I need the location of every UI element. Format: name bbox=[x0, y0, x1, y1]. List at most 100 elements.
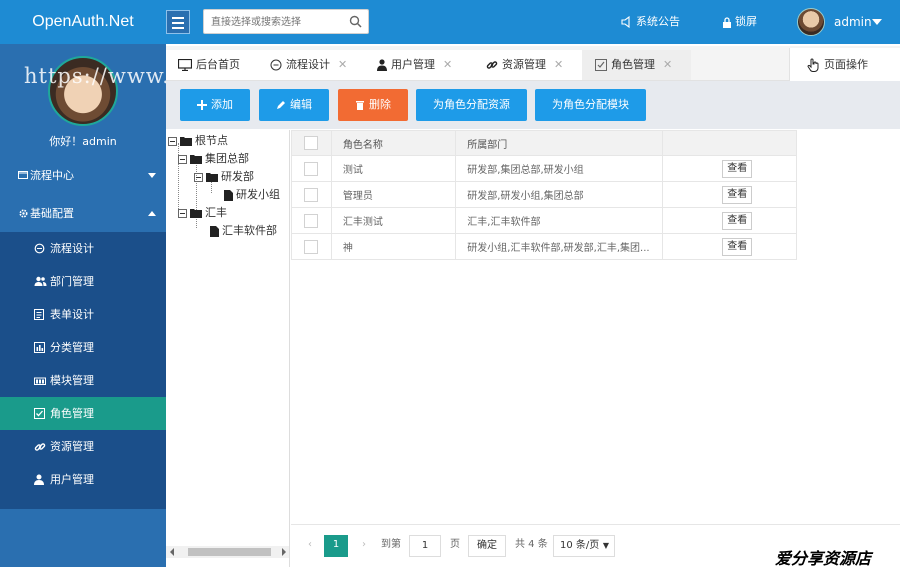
search-input[interactable] bbox=[211, 13, 346, 31]
add-button[interactable]: 添加 bbox=[180, 89, 250, 121]
view-button[interactable]: 查看 bbox=[722, 211, 753, 230]
sidebar-item-label: 分类管理 bbox=[50, 341, 94, 354]
monitor-icon bbox=[178, 59, 192, 71]
page-number-current[interactable]: 1 bbox=[324, 535, 348, 557]
table-row[interactable]: 神 研发小组,汇丰软件部,研发部,汇丰,集团... 查看 bbox=[291, 233, 797, 260]
tree-node-label: 研发部 bbox=[221, 170, 254, 183]
tree-node-group[interactable]: 集团总部 bbox=[178, 150, 249, 168]
view-button[interactable]: 查看 bbox=[722, 237, 753, 256]
tab-close-icon[interactable]: ✕ bbox=[554, 58, 563, 71]
row-checkbox[interactable] bbox=[304, 161, 318, 176]
tree-node-dev-team[interactable]: 研发小组 bbox=[224, 186, 280, 204]
select-all-checkbox[interactable] bbox=[304, 136, 318, 150]
next-page-icon[interactable]: › bbox=[357, 535, 371, 557]
folder-icon bbox=[206, 173, 218, 182]
user-avatar[interactable] bbox=[797, 8, 825, 36]
trash-icon bbox=[356, 101, 364, 110]
view-button[interactable]: 查看 bbox=[722, 159, 753, 178]
table-row[interactable]: 管理员 研发部,研发小组,集团总部 查看 bbox=[291, 181, 797, 208]
nav-group-basic-config[interactable]: 基础配置 bbox=[0, 197, 166, 230]
table-row[interactable]: 汇丰测试 汇丰,汇丰软件部 查看 bbox=[291, 207, 797, 234]
row-checkbox[interactable] bbox=[304, 187, 318, 202]
column-header-role-name[interactable]: 角色名称 bbox=[330, 130, 457, 156]
sidebar-item-label: 部门管理 bbox=[50, 275, 94, 288]
announcement-link[interactable]: 系统公告 bbox=[621, 0, 680, 44]
tree-node-root[interactable]: 根节点 bbox=[168, 132, 228, 150]
app-logo[interactable]: OpenAuth.Net bbox=[0, 0, 166, 44]
tab-close-icon[interactable]: ✕ bbox=[443, 58, 452, 71]
cell-role-name: 汇丰测试 bbox=[330, 207, 457, 234]
tree-node-huifeng-software[interactable]: 汇丰软件部 bbox=[210, 222, 277, 240]
form-icon bbox=[34, 309, 44, 320]
tab-flow-design[interactable]: 流程设计 ✕ bbox=[258, 50, 359, 80]
sidebar-item-users[interactable]: 用户管理 bbox=[0, 463, 166, 496]
tree-node-huifeng[interactable]: 汇丰 bbox=[178, 204, 227, 222]
tab-bar: 后台首页 流程设计 ✕ 用户管理 ✕ 资源管理 ✕ 角色管理 ✕ 页面操作 bbox=[166, 46, 900, 82]
sidebar-item-flow-design[interactable]: 流程设计 bbox=[0, 232, 166, 265]
scroll-right-icon[interactable] bbox=[282, 548, 286, 556]
tree-node-dev[interactable]: 研发部 bbox=[194, 168, 254, 186]
plus-icon bbox=[197, 100, 207, 110]
sidebar-item-resources[interactable]: 资源管理 bbox=[0, 430, 166, 463]
search-icon[interactable] bbox=[349, 15, 362, 28]
tab-user-management[interactable]: 用户管理 ✕ bbox=[359, 50, 469, 80]
cell-role-name: 管理员 bbox=[330, 181, 457, 208]
chevron-down-icon[interactable] bbox=[872, 19, 882, 25]
header-search[interactable] bbox=[203, 9, 369, 34]
page-unit-label: 页 bbox=[450, 539, 460, 550]
sidebar-item-categories[interactable]: 分类管理 bbox=[0, 331, 166, 364]
collapse-icon[interactable] bbox=[168, 136, 177, 146]
tree-node-label: 汇丰 bbox=[205, 206, 227, 219]
menu-toggle-button[interactable] bbox=[166, 10, 190, 34]
assign-module-button[interactable]: 为角色分配模块 bbox=[535, 89, 646, 121]
tab-resource-management[interactable]: 资源管理 ✕ bbox=[469, 50, 582, 80]
row-checkbox[interactable] bbox=[304, 213, 318, 228]
tab-home[interactable]: 后台首页 bbox=[166, 50, 258, 80]
sidebar-item-label: 流程设计 bbox=[50, 242, 94, 255]
sidebar-item-label: 角色管理 bbox=[50, 407, 94, 420]
tab-label: 角色管理 bbox=[611, 58, 655, 71]
collapse-icon[interactable] bbox=[178, 208, 187, 218]
delete-button[interactable]: 删除 bbox=[338, 89, 408, 121]
collapse-icon[interactable] bbox=[178, 154, 187, 164]
sidebar-item-label: 用户管理 bbox=[50, 473, 94, 486]
lock-label: 锁屏 bbox=[735, 15, 757, 28]
sidebar-item-roles[interactable]: 角色管理 bbox=[0, 397, 166, 430]
tab-close-icon[interactable]: ✕ bbox=[663, 58, 672, 71]
chevron-down-icon bbox=[148, 173, 156, 178]
row-checkbox[interactable] bbox=[304, 239, 318, 254]
collapse-icon[interactable] bbox=[194, 172, 203, 182]
category-icon bbox=[34, 342, 45, 353]
greeting-text: 你好！admin bbox=[49, 135, 117, 148]
page-size-select[interactable]: 10 条/页 ▼ bbox=[553, 535, 615, 557]
tab-close-icon[interactable]: ✕ bbox=[338, 58, 347, 71]
gear-icon bbox=[19, 209, 28, 218]
tree-horizontal-scrollbar[interactable] bbox=[166, 546, 289, 558]
sidebar-item-departments[interactable]: 部门管理 bbox=[0, 265, 166, 298]
user-name[interactable]: admin bbox=[834, 0, 872, 44]
lock-screen-link[interactable]: 锁屏 bbox=[722, 0, 757, 44]
page-operations-button[interactable]: 页面操作 bbox=[789, 48, 900, 82]
tab-role-management[interactable]: 角色管理 ✕ bbox=[582, 50, 691, 80]
nav-group-process-center[interactable]: 流程中心 bbox=[0, 159, 166, 192]
hand-pointer-icon bbox=[807, 58, 819, 72]
sidebar-item-form-design[interactable]: 表单设计 bbox=[0, 298, 166, 331]
edit-button[interactable]: 编辑 bbox=[259, 89, 329, 121]
checkbox-icon bbox=[595, 59, 607, 71]
prev-page-icon[interactable]: ‹ bbox=[303, 535, 317, 557]
tree-node-label: 研发小组 bbox=[236, 188, 280, 201]
scroll-left-icon[interactable] bbox=[170, 548, 174, 556]
hamburger-icon bbox=[172, 17, 184, 19]
column-header-department[interactable]: 所属部门 bbox=[455, 130, 664, 156]
sidebar-item-modules[interactable]: 模块管理 bbox=[0, 364, 166, 397]
scroll-thumb[interactable] bbox=[188, 548, 271, 556]
assign-resource-button[interactable]: 为角色分配资源 bbox=[416, 89, 527, 121]
roles-table: 角色名称 所属部门 测试 研发部,集团总部,研发小组 查看 管理员 研发部,研发… bbox=[291, 130, 797, 260]
folder-icon bbox=[190, 209, 202, 218]
cell-role-name: 测试 bbox=[330, 155, 457, 182]
goto-confirm-button[interactable]: 确定 bbox=[468, 535, 506, 557]
view-button[interactable]: 查看 bbox=[722, 185, 753, 204]
table-row[interactable]: 测试 研发部,集团总部,研发小组 查看 bbox=[291, 155, 797, 182]
link-icon bbox=[486, 61, 498, 69]
goto-page-input[interactable]: 1 bbox=[409, 535, 441, 557]
